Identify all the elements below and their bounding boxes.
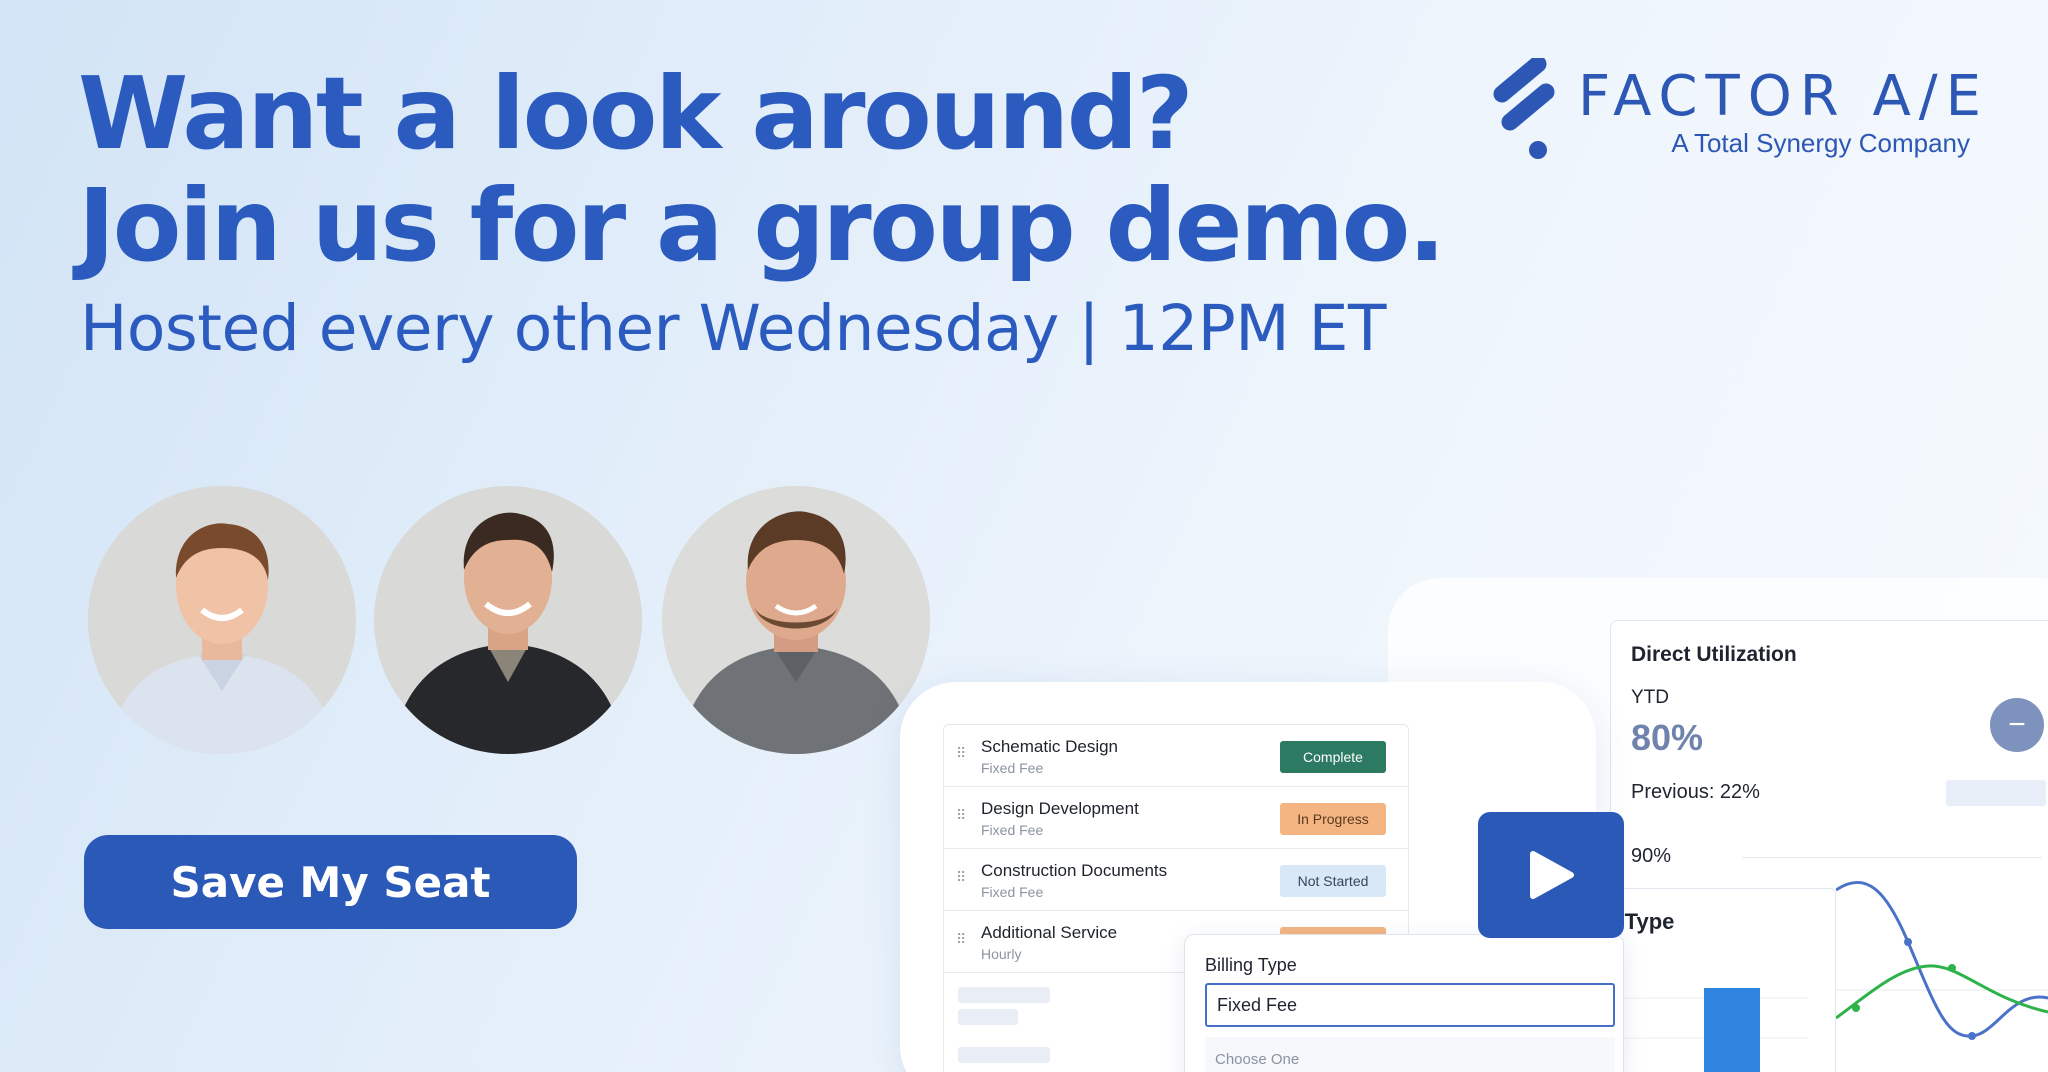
phase-fee-type: Fixed Fee [981,822,1044,838]
schedule-subhead: Hosted every other Wednesday | 12PM ET [80,292,1386,365]
headline: Want a look around? Join us for a group … [78,55,1446,284]
utilization-previous: Previous: 22% [1631,781,1760,803]
billing-type-dropdown[interactable]: Billing Type Fixed Fee Choose One [1184,934,1624,1072]
trend-point-green-1 [1852,1004,1860,1012]
minus-icon: − [2008,708,2026,741]
play-icon [1530,851,1574,899]
presenter-photo-2 [374,486,642,754]
phase-fee-type: Fixed Fee [981,760,1044,776]
contract-type-bar [1704,988,1760,1072]
billing-type-option[interactable]: Choose One [1205,1037,1615,1072]
phase-row[interactable]: ⠿ Design Development Fixed Fee In Progre… [944,787,1408,849]
billing-type-select[interactable]: Fixed Fee [1205,983,1615,1027]
collapse-button[interactable]: − [1990,698,2044,752]
billing-type-label: Billing Type [1205,955,1297,975]
utilization-value: 80% [1631,717,1704,758]
phase-name: Additional Service [981,923,1118,942]
skeleton-line [958,987,1050,1003]
skeleton-line [958,1009,1018,1025]
trend-point-blue-2 [1968,1032,1976,1040]
trend-line-chart [1836,880,2048,1040]
trend-series-blue [1836,880,2048,1038]
trend-point-blue-1 [1904,938,1912,946]
drag-handle-icon[interactable]: ⠿ [956,746,967,760]
skeleton-line [958,1047,1050,1063]
previous-bar [1946,780,2046,806]
trend-series-green [1836,964,2048,1020]
factor-logo-icon [1493,58,1555,159]
utilization-period: YTD [1631,687,1669,708]
phase-name: Schematic Design [981,737,1119,756]
logo-wordmark: FACTOR A/E [1578,64,1990,129]
trend-point-green-2 [1948,964,1956,972]
drag-handle-icon[interactable]: ⠿ [956,808,967,822]
phase-name: Design Development [981,799,1139,818]
utilization-target: 90% [1631,845,1672,867]
phase-name: Construction Documents [981,861,1168,880]
drag-handle-icon[interactable]: ⠿ [956,932,967,946]
phase-row[interactable]: ⠿ Construction Documents Fixed Fee Not S… [944,849,1408,911]
play-video-button[interactable] [1478,812,1624,938]
phase-fee-type: Fixed Fee [981,884,1044,900]
presenter-photo-1 [88,486,356,754]
target-line [1742,857,2042,858]
status-badge[interactable]: Complete [1280,741,1386,773]
headline-line-2: Join us for a group demo. [78,167,1446,284]
presenter-photo-3 [662,486,930,754]
factor-logo: FACTOR A/E A Total Synergy Company [1490,58,1981,168]
phase-fee-type: Hourly [981,946,1022,962]
contract-type-bar-chart [1596,988,1808,1072]
status-badge[interactable]: Not Started [1280,865,1386,897]
drag-handle-icon[interactable]: ⠿ [956,870,967,884]
headline-line-1: Want a look around? [78,55,1194,172]
phase-row[interactable]: ⠿ Schematic Design Fixed Fee Complete [944,725,1408,787]
save-my-seat-button[interactable]: Save My Seat [84,835,577,929]
utilization-title: Direct Utilization [1631,643,1797,666]
status-badge[interactable]: In Progress [1280,803,1386,835]
logo-tagline: A Total Synergy Company [1671,128,1970,158]
